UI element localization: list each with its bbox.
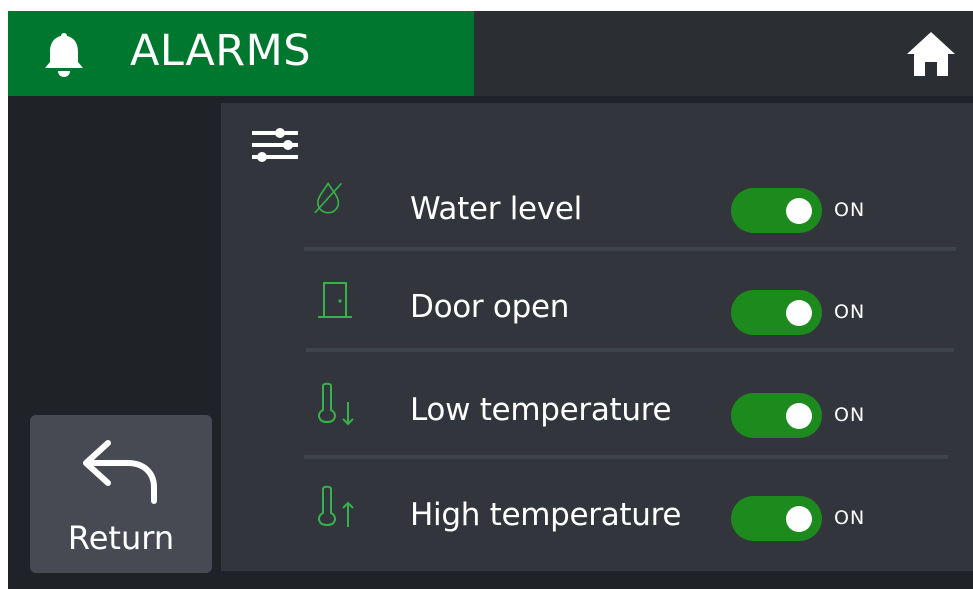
header-strip bbox=[474, 11, 973, 96]
return-button[interactable]: Return bbox=[30, 415, 212, 573]
alarm-state: ON bbox=[834, 301, 866, 323]
alarm-state: ON bbox=[834, 404, 866, 426]
thermometer-down-icon bbox=[318, 382, 354, 426]
water-drop-off-icon bbox=[314, 181, 342, 214]
alarm-toggle-water-level[interactable] bbox=[731, 188, 822, 233]
sliders-icon[interactable] bbox=[252, 126, 298, 164]
alarm-state: ON bbox=[834, 507, 866, 529]
alarm-toggle-door-open[interactable] bbox=[731, 290, 822, 335]
row-divider bbox=[306, 348, 954, 352]
alarm-row-door-open: Door open ON bbox=[304, 275, 960, 355]
page-title: ALARMS bbox=[130, 26, 312, 76]
toggle-knob bbox=[786, 403, 812, 429]
toggle-knob bbox=[786, 506, 812, 532]
alarm-label: Low temperature bbox=[410, 392, 672, 428]
alarm-row-high-temperature: High temperature ON bbox=[304, 481, 960, 561]
toggle-knob bbox=[786, 300, 812, 326]
home-icon[interactable] bbox=[904, 29, 958, 79]
alarm-label: Door open bbox=[410, 289, 570, 325]
return-label: Return bbox=[67, 519, 175, 557]
alarm-toggle-high-temperature[interactable] bbox=[731, 496, 822, 541]
alarm-state: ON bbox=[834, 199, 866, 221]
toggle-knob bbox=[786, 198, 812, 224]
row-divider bbox=[304, 247, 956, 251]
header-title-bar: ALARMS bbox=[8, 11, 474, 96]
alarm-label: Water level bbox=[410, 191, 582, 227]
alarm-screen: ALARMS Water level ON Door open ON Low t… bbox=[8, 11, 973, 589]
alarm-row-water-level: Water level ON bbox=[304, 173, 960, 253]
door-icon bbox=[318, 282, 352, 318]
bell-icon bbox=[45, 33, 83, 77]
alarm-toggle-low-temperature[interactable] bbox=[731, 393, 822, 438]
row-divider bbox=[304, 455, 948, 459]
alarm-label: High temperature bbox=[410, 497, 682, 533]
alarm-row-low-temperature: Low temperature ON bbox=[304, 378, 960, 458]
return-arrow-icon bbox=[83, 440, 157, 504]
thermometer-up-icon bbox=[318, 485, 354, 527]
